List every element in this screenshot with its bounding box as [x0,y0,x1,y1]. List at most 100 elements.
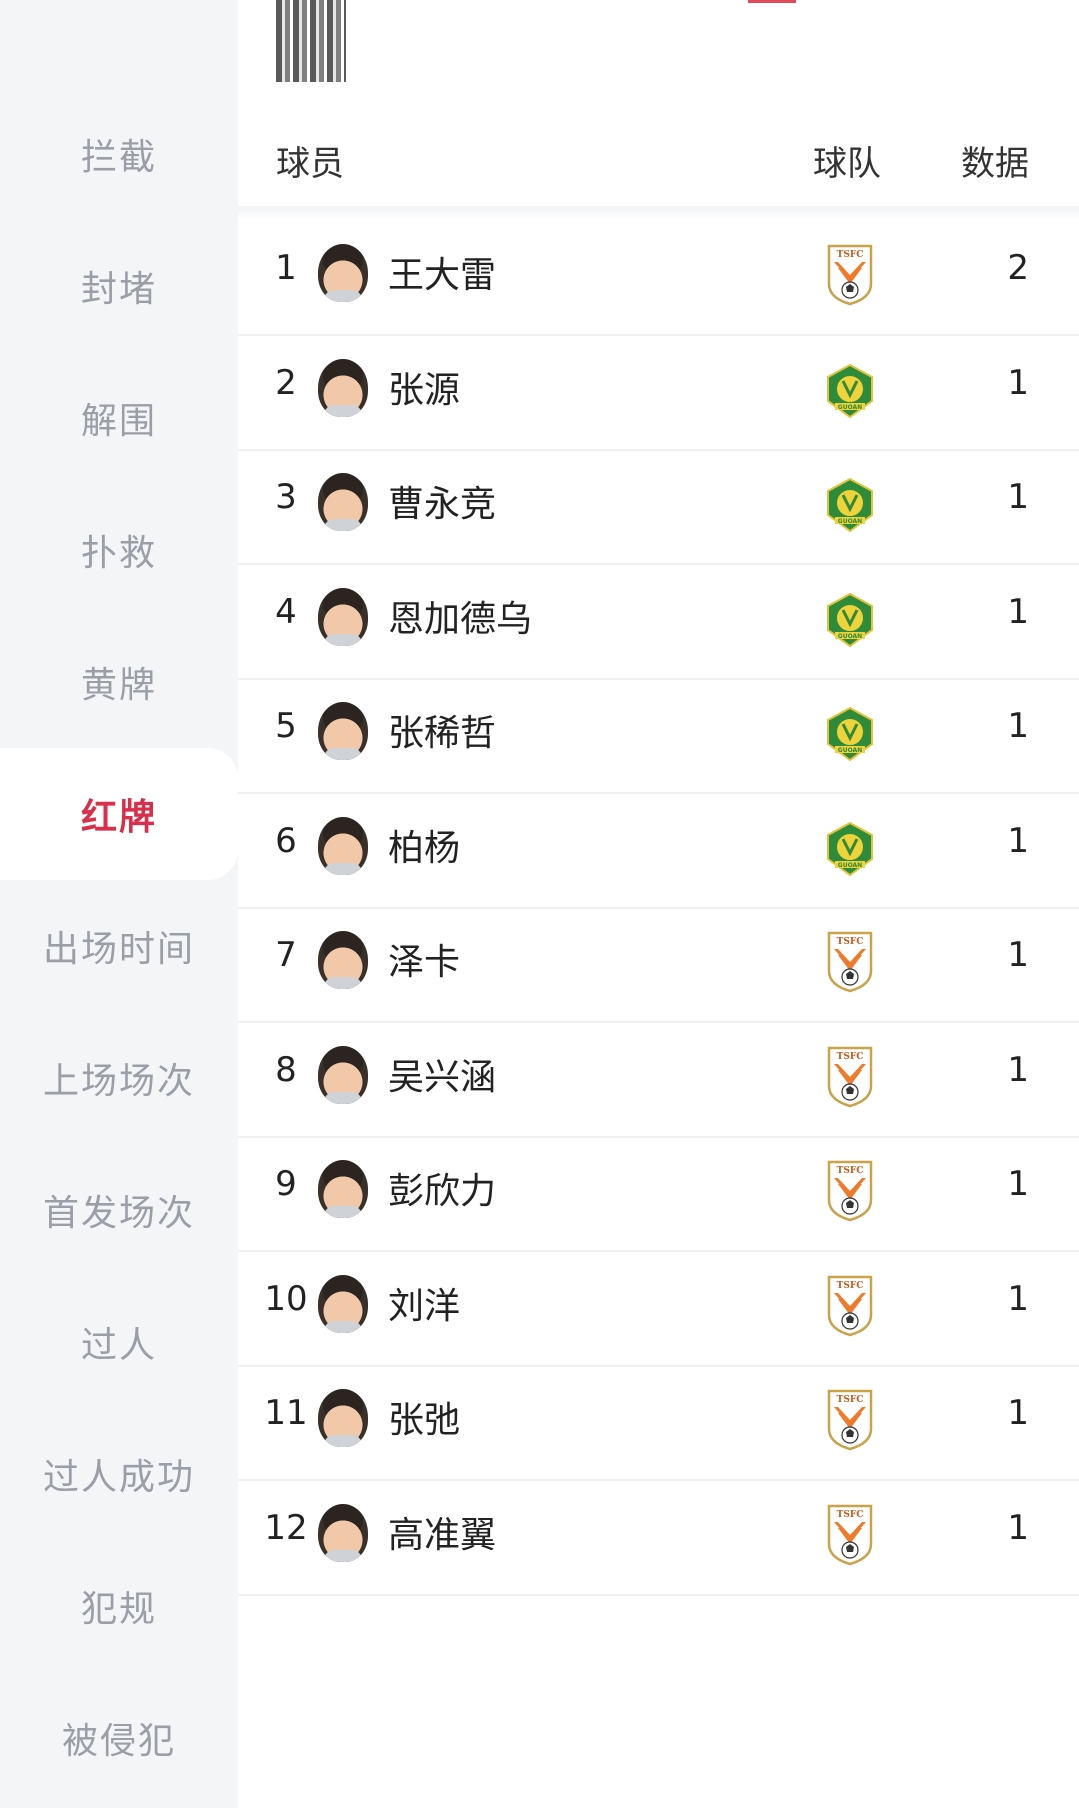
table-row[interactable]: 7 泽卡 TSFC 1 [238,907,1079,1023]
sidebar-item-5[interactable]: 红牌 [0,748,238,880]
table-row[interactable]: 8 吴兴涵 TSFC 1 [238,1022,1079,1138]
player-name[interactable]: 王大雷 [388,246,496,298]
sidebar-item-7[interactable]: 上场场次 [0,1012,238,1144]
guoan-team-logo-icon[interactable]: GUOAN [826,821,874,883]
stat-value: 1 [1007,1393,1029,1433]
sidebar-item-11[interactable]: 犯规 [0,1540,238,1672]
sidebar-item-6[interactable]: 出场时间 [0,880,238,1012]
rank-number: 8 [275,1049,297,1090]
table-row[interactable]: 4 恩加德乌 GUOAN 1 [238,564,1079,680]
table-row[interactable]: 11 张弛 TSFC 1 [238,1365,1079,1481]
player-name[interactable]: 彭欣力 [388,1162,496,1214]
svg-text:GUOAN: GUOAN [838,633,862,640]
sidebar-item-4[interactable]: 黄牌 [0,616,238,748]
avatar-shirt [324,748,362,760]
table-row[interactable]: 1 王大雷 TSFC 2 [238,220,1079,336]
guoan-team-logo-icon[interactable]: GUOAN [826,363,874,425]
avatar [318,1045,368,1104]
tsfc-team-logo-icon[interactable]: TSFC [826,1160,874,1222]
stat-value: 1 [1007,591,1029,632]
table-row[interactable]: 5 张稀哲 GUOAN 1 [238,678,1079,794]
svg-text:TSFC: TSFC [837,1052,864,1062]
tsfc-team-logo-icon[interactable]: TSFC [826,1046,874,1108]
header-divider [238,206,1079,220]
rank-number: 5 [275,706,297,746]
rank-number: 7 [275,935,297,975]
table-row[interactable]: 3 曹永竞 GUOAN 1 [238,449,1079,565]
tsfc-team-logo-icon[interactable]: TSFC [826,1389,874,1451]
avatar [318,1160,368,1218]
sidebar-item-3[interactable]: 扑救 [0,484,238,616]
avatar-shirt [324,404,362,417]
sidebar-item-8[interactable]: 首发场次 [0,1144,238,1276]
avatar [318,1274,368,1333]
svg-text:GUOAN: GUOAN [838,404,862,411]
stat-value: 1 [1007,477,1029,517]
stat-value: 1 [1007,706,1029,746]
tsfc-team-logo-icon[interactable]: TSFC [826,931,874,993]
tsfc-team-logo-icon[interactable]: TSFC [826,1504,874,1566]
rank-number: 2 [275,362,297,403]
player-name[interactable]: 张弛 [388,1391,460,1443]
player-name[interactable]: 高准翼 [388,1506,496,1558]
tsfc-team-logo-icon[interactable]: TSFC [826,244,874,306]
svg-text:TSFC: TSFC [837,1281,864,1291]
sidebar-item-10[interactable]: 过人成功 [0,1408,238,1540]
sidebar-item-9[interactable]: 过人 [0,1276,238,1408]
rank-number: 6 [275,820,297,861]
sidebar-item-label: 解围 [80,401,157,442]
sidebar-item-2[interactable]: 解围 [0,352,238,484]
table-row[interactable]: 10 刘洋 TSFC 1 [238,1251,1079,1367]
player-name[interactable]: 曹永竞 [388,475,496,527]
svg-text:GUOAN: GUOAN [838,747,862,754]
sidebar-item-12[interactable]: 被侵犯 [0,1672,238,1804]
stat-value: 1 [1007,1049,1029,1090]
avatar [318,816,368,875]
avatar [318,1389,368,1447]
table-row[interactable]: 12 高准翼 TSFC 1 [238,1480,1079,1596]
sidebar-item-0[interactable]: 拦截 [0,88,238,220]
guoan-team-logo-icon[interactable]: GUOAN [826,592,874,654]
player-name[interactable]: 张稀哲 [388,704,496,756]
player-name[interactable]: 柏杨 [388,819,460,871]
rank-number: 4 [275,591,297,632]
sidebar-item-1[interactable]: 封堵 [0,220,238,352]
rank-number: 10 [264,1278,308,1319]
player-name[interactable]: 吴兴涵 [388,1048,496,1100]
player-name[interactable]: 刘洋 [388,1277,460,1329]
stat-value: 1 [1007,935,1029,975]
table-row[interactable]: 2 张源 GUOAN 1 [238,335,1079,451]
table-row[interactable]: 9 彭欣力 TSFC 1 [238,1136,1079,1252]
avatar [318,702,368,760]
barcode-icon [276,0,346,82]
sidebar-item-label: 红牌 [80,797,157,838]
header-team: 球队 [813,144,881,184]
rank-number: 11 [264,1393,308,1433]
avatar [318,244,368,302]
sidebar-item-label: 封堵 [80,269,157,310]
svg-text:TSFC: TSFC [837,1166,864,1176]
avatar-shirt [324,1206,362,1218]
stat-value: 1 [1007,1507,1029,1548]
sidebar-item-label: 首发场次 [42,1193,195,1234]
guoan-team-logo-icon[interactable]: GUOAN [826,477,874,539]
sidebar-item-label: 扑救 [80,533,157,574]
avatar-shirt [324,1091,362,1104]
sidebar-item-label: 拦截 [80,137,157,178]
sidebar-item-label: 过人成功 [42,1457,195,1498]
stat-value: 1 [1007,820,1029,861]
table-row[interactable]: 6 柏杨 GUOAN 1 [238,793,1079,909]
tsfc-team-logo-icon[interactable]: TSFC [826,1275,874,1337]
avatar [318,473,368,531]
player-name[interactable]: 泽卡 [388,933,460,985]
avatar-shirt [324,1320,362,1333]
player-name[interactable]: 恩加德乌 [388,590,532,642]
guoan-team-logo-icon[interactable]: GUOAN [826,706,874,768]
rank-number: 1 [275,248,297,288]
player-name[interactable]: 张源 [388,361,460,413]
sidebar-item-label: 过人 [80,1325,157,1366]
avatar-shirt [324,1435,362,1447]
rank-number: 3 [275,477,297,517]
stat-value: 2 [1007,248,1029,288]
header-data: 数据 [961,144,1029,184]
